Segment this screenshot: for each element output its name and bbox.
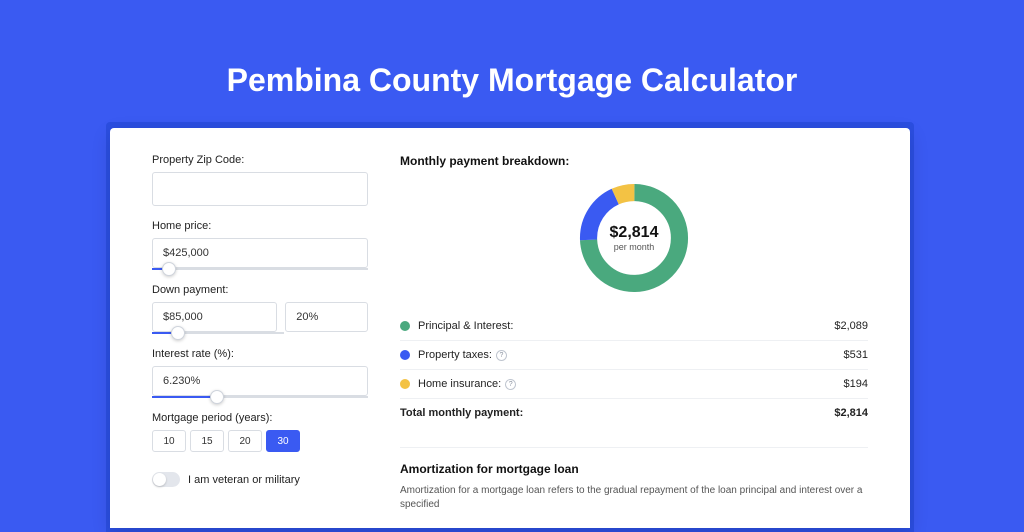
- donut-chart: $2,814 per month: [574, 178, 694, 298]
- breakdown-line-2: Home insurance:?$194: [400, 369, 868, 398]
- veteran-row: I am veteran or military: [152, 472, 368, 487]
- donut-value: $2,814: [610, 224, 659, 242]
- legend-dot: [400, 379, 410, 389]
- info-icon[interactable]: ?: [496, 350, 507, 361]
- breakdown-label: Home insurance:?: [418, 378, 844, 390]
- interest-label: Interest rate (%):: [152, 348, 368, 360]
- interest-input[interactable]: [152, 366, 368, 396]
- form-panel: Property Zip Code: Home price: Down paym…: [110, 128, 390, 528]
- period-option-20[interactable]: 20: [228, 430, 262, 452]
- breakdown-line-0: Principal & Interest:$2,089: [400, 312, 868, 340]
- down-payment-split: [152, 302, 368, 332]
- slider-fill: [152, 396, 217, 398]
- amort-text: Amortization for a mortgage loan refers …: [400, 484, 868, 512]
- veteran-toggle[interactable]: [152, 472, 180, 487]
- down-payment-slider[interactable]: [152, 332, 284, 334]
- period-option-15[interactable]: 15: [190, 430, 224, 452]
- home-price-label: Home price:: [152, 220, 368, 232]
- legend-dot: [400, 350, 410, 360]
- info-icon[interactable]: ?: [505, 379, 516, 390]
- interest-slider[interactable]: [152, 396, 368, 398]
- amort-title: Amortization for mortgage loan: [400, 462, 868, 476]
- down-payment-percent-input[interactable]: [285, 302, 368, 332]
- breakdown-value: $194: [844, 378, 868, 390]
- period-label: Mortgage period (years):: [152, 412, 368, 424]
- period-option-10[interactable]: 10: [152, 430, 186, 452]
- breakdown-label: Principal & Interest:: [418, 320, 834, 332]
- zip-label: Property Zip Code:: [152, 154, 368, 166]
- page-root: Pembina County Mortgage Calculator Prope…: [0, 0, 1024, 512]
- breakdown-title: Monthly payment breakdown:: [400, 154, 868, 168]
- veteran-label: I am veteran or military: [188, 474, 300, 486]
- donut-sub: per month: [614, 242, 655, 252]
- total-line: Total monthly payment: $2,814: [400, 398, 868, 427]
- period-options: 10152030: [152, 430, 368, 452]
- slider-thumb[interactable]: [162, 262, 176, 276]
- total-value: $2,814: [834, 407, 868, 419]
- legend-dot: [400, 321, 410, 331]
- total-label: Total monthly payment:: [400, 407, 834, 419]
- breakdown-lines: Principal & Interest:$2,089Property taxe…: [400, 312, 868, 398]
- zip-input[interactable]: [152, 172, 368, 206]
- breakdown-panel: Monthly payment breakdown: $2,814 per mo…: [390, 128, 910, 528]
- donut-center: $2,814 per month: [574, 178, 694, 298]
- period-option-30[interactable]: 30: [266, 430, 300, 452]
- divider: [400, 447, 868, 448]
- home-price-slider[interactable]: [152, 268, 368, 270]
- toggle-knob: [153, 473, 166, 486]
- period-row: Mortgage period (years): 10152030: [152, 412, 368, 452]
- home-price-input[interactable]: [152, 238, 368, 268]
- zip-row: Property Zip Code:: [152, 154, 368, 206]
- down-payment-row: Down payment:: [152, 284, 368, 334]
- page-title: Pembina County Mortgage Calculator: [0, 0, 1024, 99]
- home-price-row: Home price:: [152, 220, 368, 270]
- breakdown-value: $531: [844, 349, 868, 361]
- down-payment-label: Down payment:: [152, 284, 368, 296]
- breakdown-label: Property taxes:?: [418, 349, 844, 361]
- breakdown-value: $2,089: [834, 320, 868, 332]
- donut-wrap: $2,814 per month: [400, 178, 868, 298]
- breakdown-line-1: Property taxes:?$531: [400, 340, 868, 369]
- down-payment-input[interactable]: [152, 302, 277, 332]
- calculator-card: Property Zip Code: Home price: Down paym…: [110, 128, 910, 528]
- interest-row: Interest rate (%):: [152, 348, 368, 398]
- slider-thumb[interactable]: [210, 390, 224, 404]
- slider-thumb[interactable]: [171, 326, 185, 340]
